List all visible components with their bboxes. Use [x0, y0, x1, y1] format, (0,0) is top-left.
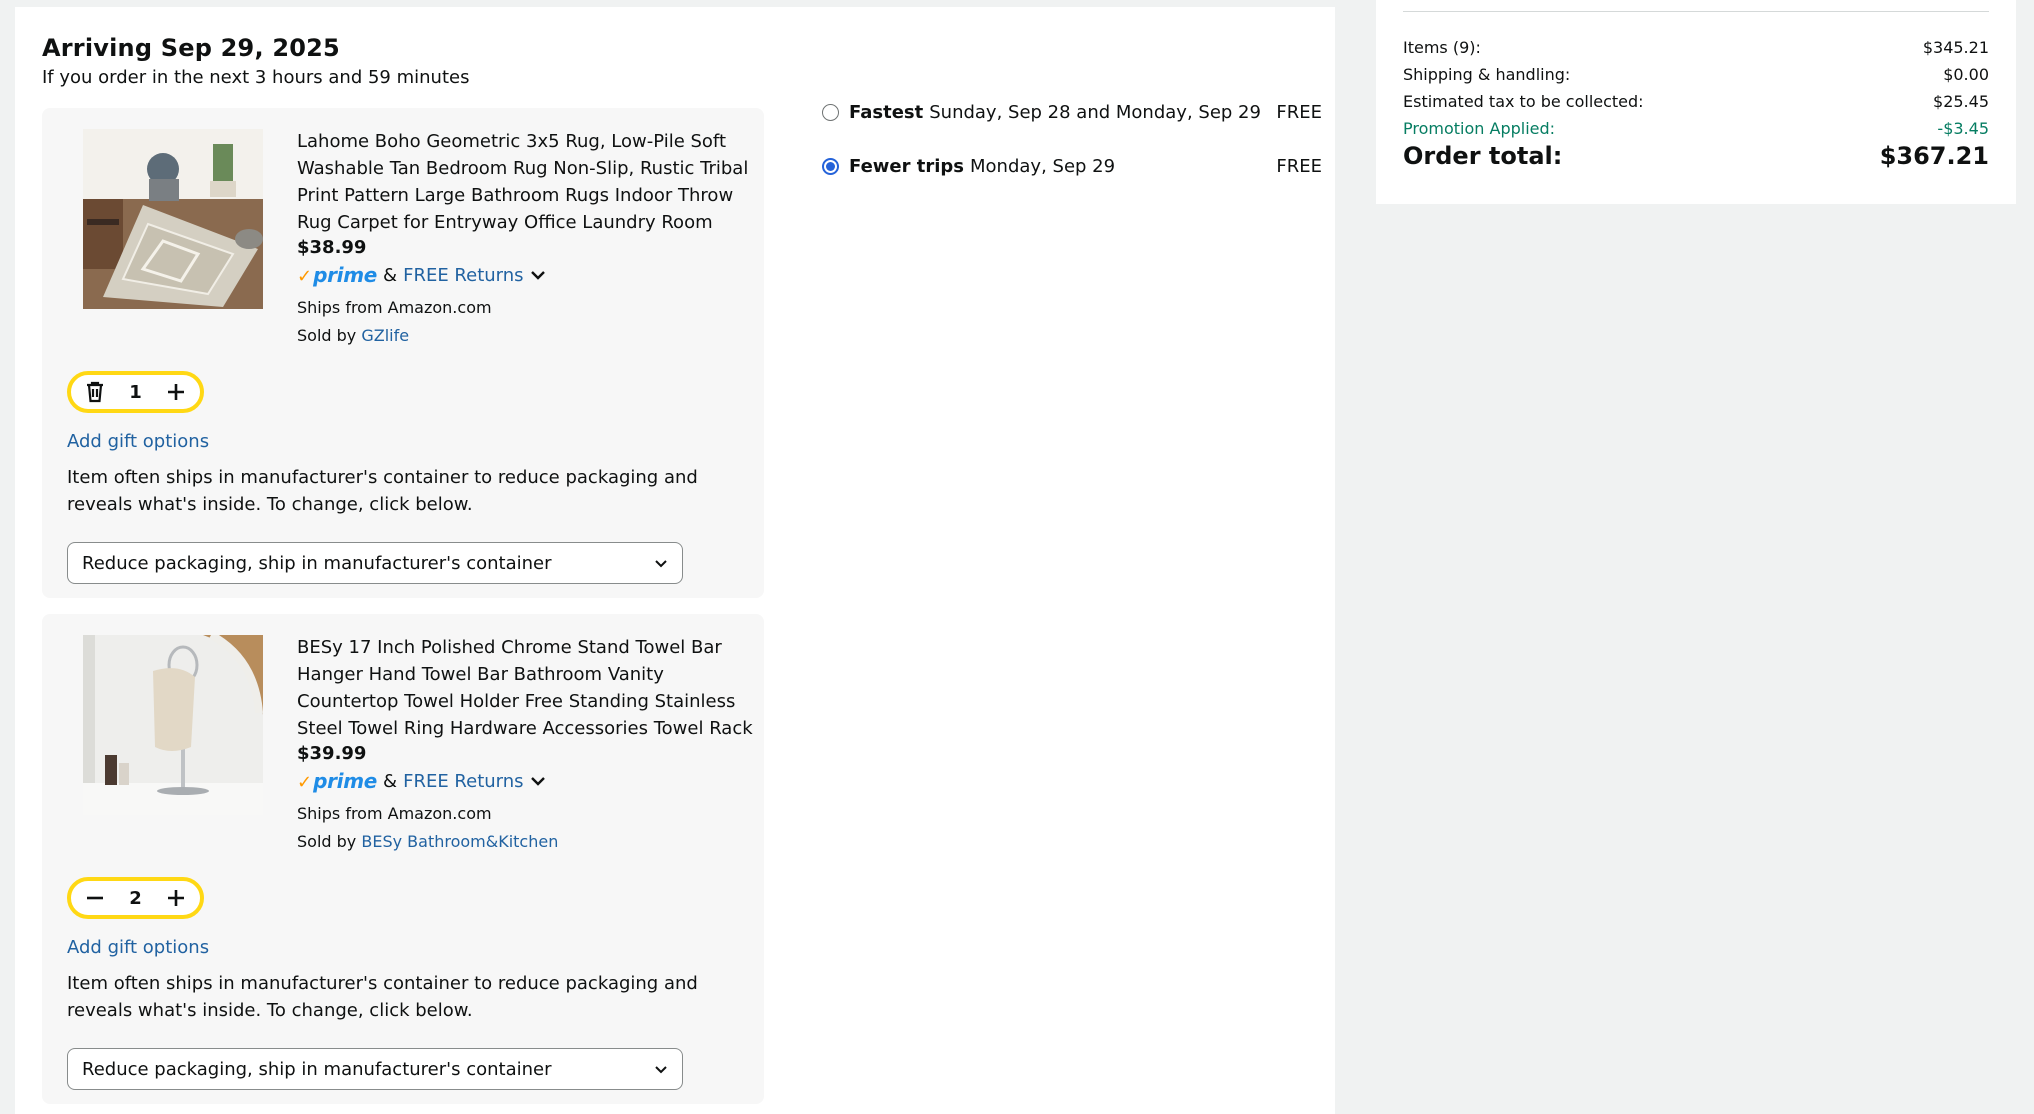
chevron-down-icon [654, 1059, 668, 1080]
ships-from: Ships from Amazon.com [297, 298, 492, 317]
summary-promo-value: -$3.45 [1937, 119, 1989, 138]
summary-items-row: Items (9): $345.21 [1403, 38, 1989, 57]
shipping-option-label: Fewer trips [849, 156, 965, 177]
quantity-value: 2 [129, 887, 142, 909]
prime-logo: ✓ prime [297, 263, 378, 287]
summary-tax-value: $25.45 [1933, 92, 1989, 111]
seller-link[interactable]: GZlife [361, 326, 409, 345]
prime-check-icon: ✓ [297, 772, 313, 793]
summary-shipping-value: $0.00 [1943, 65, 1989, 84]
delivery-title: Arriving Sep 29, 2025 [42, 34, 340, 62]
packaging-select[interactable]: Reduce packaging, ship in manufacturer's… [67, 542, 683, 584]
add-gift-options-link[interactable]: Add gift options [67, 431, 209, 452]
product-image[interactable] [83, 635, 263, 815]
order-total-label: Order total: [1403, 142, 1563, 170]
product-title[interactable]: Lahome Boho Geometric 3x5 Rug, Low-Pile … [297, 128, 757, 236]
summary-shipping-row: Shipping & handling: $0.00 [1403, 65, 1989, 84]
trash-icon[interactable] [83, 380, 107, 404]
summary-items-label: Items (9): [1403, 38, 1481, 57]
summary-items-value: $345.21 [1922, 38, 1989, 57]
summary-tax-label: Estimated tax to be collected: [1403, 92, 1644, 111]
free-returns-link[interactable]: FREE Returns [403, 771, 523, 792]
sold-by: Sold by GZlife [297, 326, 409, 345]
product-title[interactable]: BESy 17 Inch Polished Chrome Stand Towel… [297, 634, 757, 742]
product-price: $39.99 [297, 743, 367, 764]
ships-from: Ships from Amazon.com [297, 804, 492, 823]
sold-by-label: Sold by [297, 832, 357, 851]
chevron-down-icon [654, 553, 668, 574]
ampersand: & [383, 264, 398, 286]
sold-by-label: Sold by [297, 326, 357, 345]
shipping-option-price: FREE [1276, 102, 1322, 123]
prime-check-icon: ✓ [297, 266, 313, 287]
plus-icon[interactable] [164, 886, 188, 910]
delivery-subtitle: If you order in the next 3 hours and 59 … [42, 67, 470, 88]
quantity-value: 1 [129, 381, 142, 403]
chevron-down-icon[interactable] [530, 771, 546, 792]
packaging-select-value: Reduce packaging, ship in manufacturer's… [82, 552, 552, 574]
plus-icon[interactable] [164, 380, 188, 404]
prime-returns-row: ✓ prime & FREE Returns [297, 769, 546, 793]
packaging-select[interactable]: Reduce packaging, ship in manufacturer's… [67, 1048, 683, 1090]
cart-item: Lahome Boho Geometric 3x5 Rug, Low-Pile … [42, 108, 764, 598]
shipping-option-date: Monday, Sep 29 [970, 156, 1116, 177]
summary-shipping-label: Shipping & handling: [1403, 65, 1571, 84]
radio-button-selected[interactable] [822, 158, 839, 175]
order-summary: Items (9): $345.21 Shipping & handling: … [1376, 0, 2016, 204]
delivery-group-card: Arriving Sep 29, 2025 If you order in th… [15, 7, 1335, 1114]
shipping-option-fastest[interactable]: Fastest Sunday, Sep 28 and Monday, Sep 2… [822, 102, 1322, 123]
chevron-down-icon[interactable] [530, 265, 546, 286]
sold-by: Sold by BESy Bathroom&Kitchen [297, 832, 558, 851]
shipping-option-label: Fastest [849, 102, 924, 123]
summary-divider [1403, 11, 1989, 12]
packaging-note: Item often ships in manufacturer's conta… [67, 973, 698, 1021]
quantity-stepper: 1 [67, 371, 204, 413]
quantity-stepper: 2 [67, 877, 204, 919]
product-price: $38.99 [297, 237, 367, 258]
radio-button[interactable] [822, 104, 839, 121]
ampersand: & [383, 770, 398, 792]
packaging-select-value: Reduce packaging, ship in manufacturer's… [82, 1058, 552, 1080]
cart-item: BESy 17 Inch Polished Chrome Stand Towel… [42, 614, 764, 1104]
seller-link[interactable]: BESy Bathroom&Kitchen [361, 832, 558, 851]
summary-tax-row: Estimated tax to be collected: $25.45 [1403, 92, 1989, 111]
prime-logo: ✓ prime [297, 769, 378, 793]
shipping-option-price: FREE [1276, 156, 1322, 177]
summary-promo-row: Promotion Applied: -$3.45 [1403, 119, 1989, 138]
shipping-option-date: Sunday, Sep 28 and Monday, Sep 29 [929, 102, 1261, 123]
minus-icon[interactable] [83, 886, 107, 910]
packaging-note: Item often ships in manufacturer's conta… [67, 467, 698, 515]
shipping-option-fewer-trips[interactable]: Fewer trips Monday, Sep 29 FREE [822, 156, 1322, 177]
add-gift-options-link[interactable]: Add gift options [67, 937, 209, 958]
prime-returns-row: ✓ prime & FREE Returns [297, 263, 546, 287]
summary-promo-label: Promotion Applied: [1403, 119, 1556, 138]
order-total-row: Order total: $367.21 [1403, 142, 1989, 170]
product-image[interactable] [83, 129, 263, 309]
free-returns-link[interactable]: FREE Returns [403, 265, 523, 286]
order-total-value: $367.21 [1879, 142, 1989, 170]
